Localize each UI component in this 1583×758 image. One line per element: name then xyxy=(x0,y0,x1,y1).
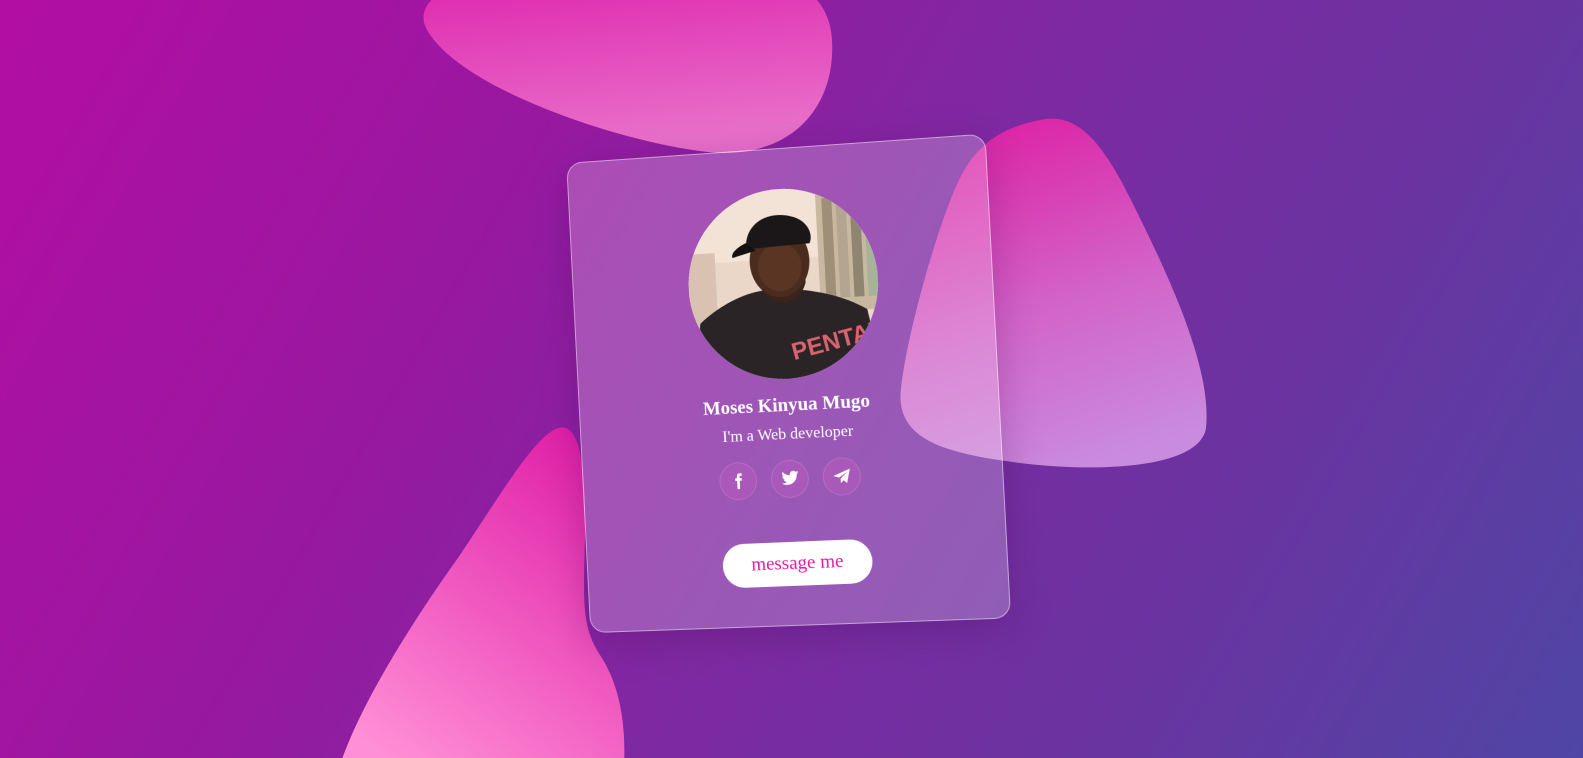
profile-card: PENTAX Moses Kinyua Mugo I'm a Web devel… xyxy=(566,133,1012,634)
message-me-button[interactable]: message me xyxy=(721,538,874,589)
facebook-link[interactable] xyxy=(718,461,759,501)
avatar: PENTAX xyxy=(683,182,883,384)
social-links xyxy=(583,450,1003,507)
twitter-link[interactable] xyxy=(769,458,810,499)
facebook-icon xyxy=(734,473,743,490)
telegram-icon xyxy=(833,468,851,484)
telegram-link[interactable] xyxy=(821,456,862,497)
twitter-icon xyxy=(782,470,798,485)
decorative-blob-top xyxy=(418,0,843,160)
profile-photo: PENTAX xyxy=(683,182,883,384)
profile-card-wrapper: PENTAX Moses Kinyua Mugo I'm a Web devel… xyxy=(566,133,1012,634)
